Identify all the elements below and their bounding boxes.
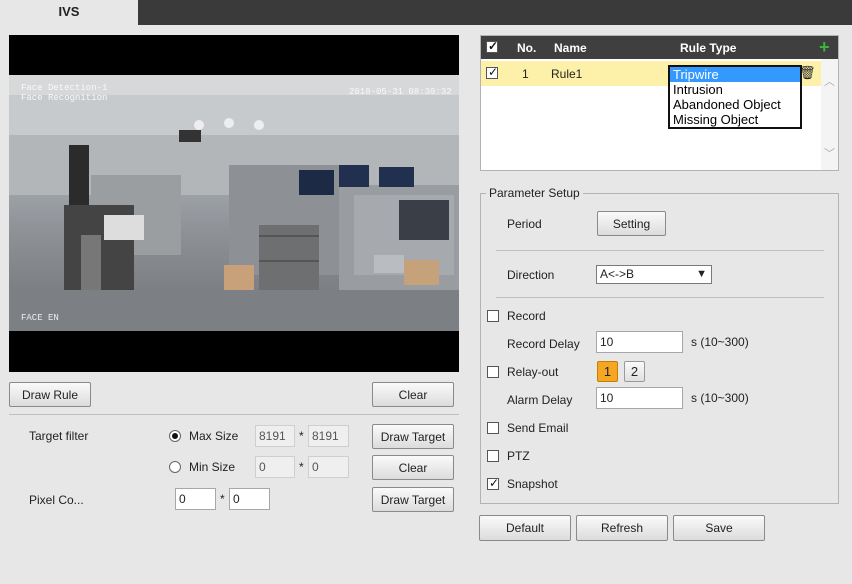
record-checkbox[interactable] xyxy=(487,310,499,322)
min-width-input[interactable] xyxy=(255,456,295,478)
refresh-button[interactable]: Refresh xyxy=(576,515,668,541)
check-icon: ✓ xyxy=(488,39,499,53)
relay-2-button[interactable]: 2 xyxy=(624,361,645,382)
scroll-down-icon[interactable]: ﹀ xyxy=(824,145,835,161)
option-missing-object[interactable]: Missing Object xyxy=(670,112,800,127)
option-intrusion[interactable]: Intrusion xyxy=(670,82,800,97)
osd-timestamp: 2018-05-31 08:30:32 xyxy=(349,87,452,97)
max-width-input[interactable] xyxy=(255,425,295,447)
rule-row-name: Rule1 xyxy=(551,67,583,81)
divider xyxy=(496,250,824,251)
pixel-height-input[interactable] xyxy=(229,488,270,510)
rule-row-no: 1 xyxy=(522,67,529,81)
header-no: No. xyxy=(517,41,537,55)
min-size-label: Min Size xyxy=(189,460,236,474)
tab-ivs[interactable]: IVS xyxy=(0,0,138,25)
add-rule-icon[interactable]: + xyxy=(819,37,830,57)
video-preview[interactable]: Face Detection-1 Face Recognition 2018-0… xyxy=(9,35,459,372)
relay-out-checkbox[interactable] xyxy=(487,366,499,378)
record-label: Record xyxy=(507,309,546,323)
osd-bottom-label: FACE EN xyxy=(21,313,59,323)
max-height-input[interactable] xyxy=(308,425,349,447)
header-name: Name xyxy=(554,41,587,55)
max-size-radio[interactable] xyxy=(169,430,181,442)
rule-table-scrollbar[interactable]: ︿ ﹀ xyxy=(821,59,838,170)
send-email-label: Send Email xyxy=(507,421,569,435)
clear-target-button[interactable]: Clear xyxy=(372,455,454,480)
draw-target-button[interactable]: Draw Target xyxy=(372,424,454,449)
rule-row-checkbox[interactable]: ✓ xyxy=(486,65,499,79)
times-sign: * xyxy=(299,429,304,443)
period-label: Period xyxy=(507,217,542,231)
ptz-label: PTZ xyxy=(507,449,530,463)
header-rule-type: Rule Type xyxy=(680,41,737,55)
divider xyxy=(496,297,824,298)
pixel-width-input[interactable] xyxy=(175,488,216,510)
scroll-up-icon[interactable]: ︿ xyxy=(824,73,835,89)
check-icon: ✓ xyxy=(489,476,500,490)
office-scene-image xyxy=(9,75,459,331)
camera-scene xyxy=(9,75,459,331)
record-delay-unit: s (10~300) xyxy=(691,335,749,349)
chevron-down-icon: ▼ xyxy=(696,268,707,280)
clear-rule-button[interactable]: Clear xyxy=(372,382,454,407)
draw-target-button-2[interactable]: Draw Target xyxy=(372,487,454,512)
min-height-input[interactable] xyxy=(308,456,349,478)
direction-select[interactable]: A<->B ▼ xyxy=(596,265,712,284)
times-sign: * xyxy=(220,492,225,506)
default-button[interactable]: Default xyxy=(479,515,571,541)
option-abandoned-object[interactable]: Abandoned Object xyxy=(670,97,800,112)
times-sign: * xyxy=(299,460,304,474)
pixel-counter-label: Pixel Co... xyxy=(29,493,84,507)
draw-rule-button[interactable]: Draw Rule xyxy=(9,382,91,407)
direction-label: Direction xyxy=(507,268,555,282)
target-filter-label: Target filter xyxy=(29,429,89,443)
option-tripwire[interactable]: Tripwire xyxy=(670,67,800,82)
period-setting-button[interactable]: Setting xyxy=(597,211,666,236)
alarm-delay-label: Alarm Delay xyxy=(507,393,573,407)
check-icon: ✓ xyxy=(488,65,499,79)
select-all-checkbox[interactable]: ✓ xyxy=(486,39,499,53)
relay-1-button[interactable]: 1 xyxy=(597,361,618,382)
osd-line-2: Face Recognition xyxy=(21,93,108,103)
rule-table-header: ✓ No. Name Rule Type + xyxy=(481,36,838,59)
osd-line-1: Face Detection-1 xyxy=(21,83,108,93)
snapshot-checkbox[interactable]: ✓ xyxy=(487,476,500,490)
divider xyxy=(9,414,459,415)
alarm-delay-input[interactable] xyxy=(596,387,683,409)
snapshot-label: Snapshot xyxy=(507,477,558,491)
ptz-checkbox[interactable] xyxy=(487,450,499,462)
send-email-checkbox[interactable] xyxy=(487,422,499,434)
alarm-delay-unit: s (10~300) xyxy=(691,391,749,405)
rule-type-dropdown[interactable]: Tripwire Intrusion Abandoned Object Miss… xyxy=(668,65,802,129)
direction-value: A<->B xyxy=(600,267,635,281)
record-delay-label: Record Delay xyxy=(507,337,580,351)
max-size-label: Max Size xyxy=(189,429,239,443)
min-size-radio[interactable] xyxy=(169,461,181,473)
save-button[interactable]: Save xyxy=(673,515,765,541)
record-delay-input[interactable] xyxy=(596,331,683,353)
parameter-setup-legend: Parameter Setup xyxy=(486,186,583,200)
relay-out-label: Relay-out xyxy=(507,365,559,379)
